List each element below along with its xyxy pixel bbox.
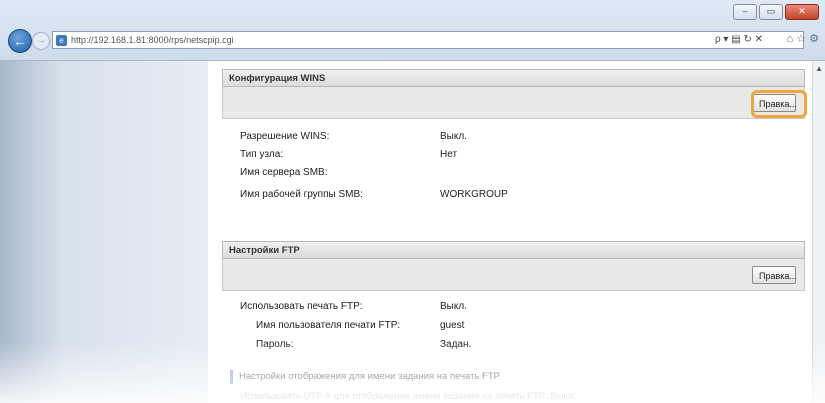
ftp-row-label: Пароль: [256, 339, 294, 350]
wins-row-label: Имя рабочей группы SMB: [240, 189, 363, 200]
wins-row-value: Выкл. [440, 131, 467, 142]
wins-section-title: Конфигурация WINS [222, 69, 805, 87]
maximize-button[interactable]: ▭ [759, 4, 783, 20]
browser-chrome: – ▭ ✕ ← → e http://192.168.1.81:8000/rps… [0, 0, 825, 61]
ftp-section-title: Настройки FTP [222, 241, 805, 259]
scroll-up-icon[interactable]: ▲ [815, 64, 823, 73]
edit-button-highlight [751, 90, 807, 118]
minimize-button[interactable]: – [733, 4, 757, 20]
wins-row-value: WORKGROUP [440, 189, 508, 200]
wins-row-label: Тип узла: [240, 149, 284, 160]
forward-arrow-icon[interactable]: → [32, 32, 50, 50]
window-controls: – ▭ ✕ [733, 4, 819, 20]
web-page: ▲ Конфигурация WINS Правка... Разрешение… [0, 61, 825, 403]
left-navigation-panel [0, 61, 208, 403]
ftp-row-value: Выкл. [440, 301, 467, 312]
home-favorites-settings-icons[interactable]: ⌂ ☆ ⚙ [787, 32, 819, 45]
wins-row-value: Нет [440, 149, 458, 160]
site-favicon-icon: e [56, 35, 67, 46]
vertical-scrollbar[interactable]: ▲ [812, 61, 825, 403]
ftp-toolbar: Правка... [222, 259, 805, 291]
ftp-row-value: guest [440, 320, 465, 331]
address-bar[interactable]: e http://192.168.1.81:8000/rps/netscpip.… [52, 31, 804, 49]
url-text[interactable]: http://192.168.1.81:8000/rps/netscpip.cg… [71, 35, 234, 45]
wins-row-label: Разрешение WINS: [240, 131, 330, 142]
ftp-utf8-row: Использовать UTF-8 для отображения имени… [240, 391, 576, 402]
wins-toolbar: Правка... [222, 87, 805, 119]
close-button[interactable]: ✕ [785, 4, 819, 20]
address-tools[interactable]: ρ ▾ ▤ ↻ ✕ [715, 34, 763, 45]
ftp-display-settings-heading: Настройки отображения для имени задания … [230, 370, 814, 384]
ftp-edit-button[interactable]: Правка... [752, 266, 797, 284]
ftp-row-value: Задан. [440, 339, 472, 350]
ftp-row-label: Имя пользователя печати FTP: [256, 320, 401, 331]
wins-row-label: Имя сервера SMB: [240, 167, 328, 178]
back-arrow-icon[interactable]: ← [8, 29, 32, 53]
ftp-row-label: Использовать печать FTP: [240, 301, 363, 312]
